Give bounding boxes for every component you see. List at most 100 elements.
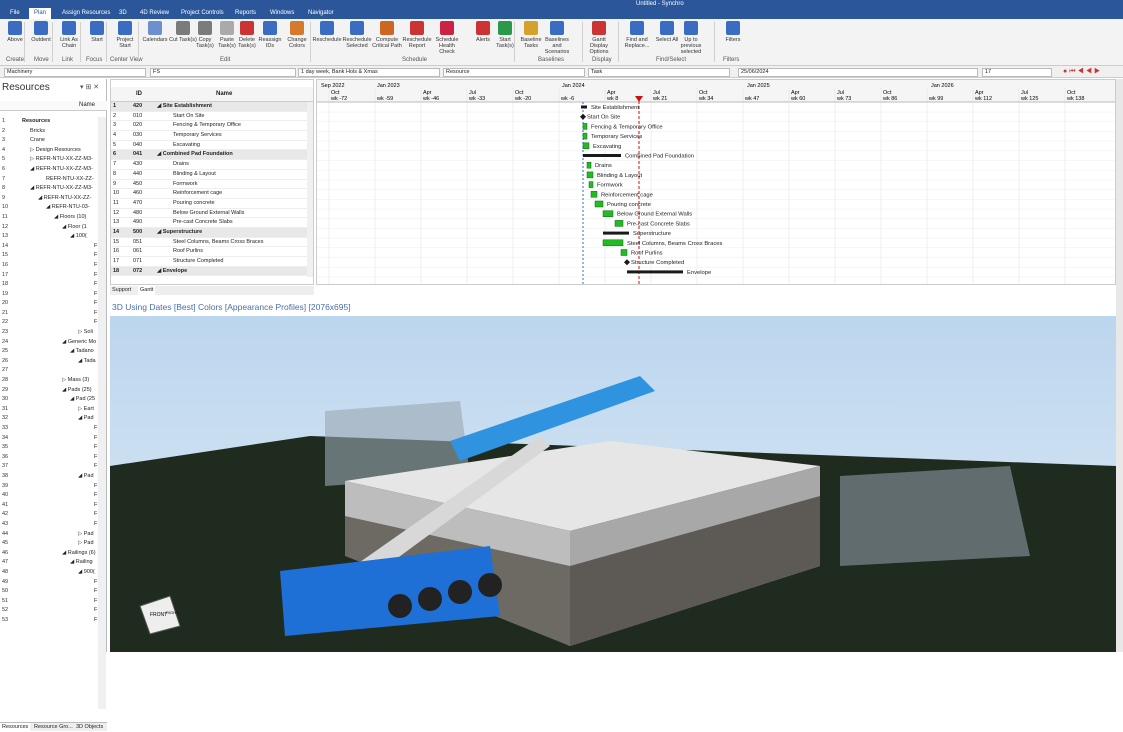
resource-row[interactable]: 36 F <box>0 453 98 463</box>
resource-row[interactable]: 12 ◢ Floor (1 <box>0 223 98 233</box>
task-row[interactable]: 14 500 ◢ Superstructure <box>111 227 307 238</box>
ribbon-button-start[interactable]: Start <box>82 21 112 43</box>
resource-row[interactable]: 47 ◢ Railing <box>0 558 98 568</box>
resource-row[interactable]: 40 F <box>0 491 98 501</box>
resource-row[interactable]: 53 F <box>0 616 98 626</box>
task-row[interactable]: 5 040 Excavating <box>111 141 307 151</box>
resource-row[interactable]: 48 ◢ 900( <box>0 568 98 578</box>
resource-row[interactable]: 10 ◢ REFR-NTU-03- <box>0 203 98 213</box>
resource-row[interactable]: 38 ◢ Pad <box>0 472 98 482</box>
right-scroll-strip[interactable] <box>1116 79 1123 652</box>
menu-tab-navigator[interactable]: Navigator <box>308 8 334 19</box>
resource-select[interactable]: Resource <box>443 68 585 77</box>
ribbon-button-baselines-and-scenarios[interactable]: Baselines and Scenarios <box>542 21 572 55</box>
resource-row[interactable]: 23 ▷ Soli <box>0 328 98 338</box>
resource-row[interactable]: 20 F <box>0 299 98 309</box>
resource-row[interactable]: 25 ◢ Tadano <box>0 347 98 357</box>
resource-row[interactable]: 52 F <box>0 606 98 616</box>
resource-row[interactable]: 51 F <box>0 597 98 607</box>
grid-tab-support[interactable]: Support <box>110 286 133 295</box>
resource-row[interactable]: 9 ◢ REFR-NTU-XX-ZZ- <box>0 194 98 204</box>
resource-row[interactable]: 19 F <box>0 290 98 300</box>
resource-row[interactable]: 39 F <box>0 482 98 492</box>
menu-tab-windows[interactable]: Windows <box>270 8 294 19</box>
task-row[interactable]: 2 010 Start On Site <box>111 112 307 122</box>
resource-row[interactable]: 29 ◢ Pads (25) <box>0 386 98 396</box>
menu-tab-assign-resources[interactable]: Assign Resources <box>62 8 110 19</box>
resource-row[interactable]: 7 REFR-NTU-XX-ZZ- <box>0 175 98 185</box>
date-field[interactable]: 25/06/2024 <box>738 68 978 77</box>
task-row[interactable]: 18 072 ◢ Envelope <box>111 266 307 277</box>
menu-tab-4d-review[interactable]: 4D Review <box>140 8 169 19</box>
grid-scrollbar[interactable] <box>307 102 313 277</box>
ribbon-button-schedule-health-check[interactable]: Schedule Health Check <box>432 21 462 55</box>
resource-row[interactable]: 27 <box>0 366 98 376</box>
task-row[interactable]: 15 051 Steel Columns, Beams Cross Braces <box>111 238 307 248</box>
resource-row[interactable]: 13 ◢ 100( <box>0 232 98 242</box>
resources-scrollbar[interactable] <box>98 117 106 709</box>
ribbon-button-find-and-replace[interactable]: Find and Replace... <box>622 21 652 49</box>
task-row[interactable]: 6 041 ◢ Combined Pad Foundation <box>111 150 307 161</box>
resources-tab-1[interactable]: Resource Gro... <box>32 723 75 732</box>
resource-row[interactable]: 43 F <box>0 520 98 530</box>
id-column-header[interactable]: ID <box>136 91 142 97</box>
resource-row[interactable]: 34 F <box>0 434 98 444</box>
resource-row[interactable]: 41 F <box>0 501 98 511</box>
ribbon-button-reschedule-report[interactable]: Reschedule Report <box>402 21 432 49</box>
task-row[interactable]: 7 430 Drains <box>111 160 307 170</box>
resources-tab-0[interactable]: Resources <box>0 723 31 732</box>
resource-row[interactable]: 21 F <box>0 309 98 319</box>
name-column-header[interactable]: Name <box>216 91 232 97</box>
gantt-chart[interactable]: Sep 2022 Jan 2023 Jan 2024 Jan 2025 Jan 2026… <box>316 79 1116 285</box>
resource-row[interactable]: 15 F <box>0 251 98 261</box>
link-type-select[interactable]: FS <box>150 68 296 77</box>
number-stepper[interactable]: 17 <box>982 68 1052 77</box>
resource-row[interactable]: 11 ◢ Floors (10) <box>0 213 98 223</box>
resource-row[interactable]: 3 Crane <box>0 136 98 146</box>
resource-row[interactable]: 50 F <box>0 587 98 597</box>
playback-controls[interactable]: ●⏮◀◀▶ <box>1063 68 1102 76</box>
ribbon-button-up-to-previous-selected[interactable]: Up to previous selected <box>676 21 706 55</box>
ribbon-button-filters[interactable]: Filters <box>718 21 748 43</box>
task-row[interactable]: 3 020 Fencing & Temporary Office <box>111 121 307 132</box>
ribbon-button-reschedule[interactable]: Reschedule <box>312 21 342 43</box>
task-row[interactable]: 11 470 Pouring concrete <box>111 199 307 209</box>
task-row[interactable]: 16 061 Roof Purlins <box>111 247 307 257</box>
resource-type-select[interactable]: Machinery <box>4 68 146 77</box>
ribbon-button-calendars[interactable]: Calendars <box>140 21 170 43</box>
ribbon-button-compute-critical-path[interactable]: Compute Critical Path <box>372 21 402 49</box>
resource-row[interactable]: 18 F <box>0 280 98 290</box>
resource-row[interactable]: 2 Bricks <box>0 127 98 137</box>
grid-tab-gantt[interactable]: Gantt <box>138 286 156 295</box>
resource-row[interactable]: 1 Resources <box>0 117 98 127</box>
resource-row[interactable]: 4 ▷ Design Resources <box>0 146 98 156</box>
menu-tab-file[interactable]: File <box>10 8 20 19</box>
resource-row[interactable]: 35 F <box>0 443 98 453</box>
resource-row[interactable]: 5 ▷ REFR-NTU-XX-ZZ-M3- <box>0 155 98 165</box>
resource-row[interactable]: 37 F <box>0 462 98 472</box>
resource-row[interactable]: 26 ◢ Tada <box>0 357 98 367</box>
ribbon-button-reassign-ids[interactable]: Reassign IDs <box>255 21 285 49</box>
menu-tab-plan[interactable]: Plan <box>29 8 52 19</box>
ribbon-button-change-colors[interactable]: Change Colors <box>282 21 312 49</box>
resource-row[interactable]: 24 ◢ Generic Mo <box>0 338 98 348</box>
task-row[interactable]: 8 440 Blinding & Layout <box>111 170 307 180</box>
task-row[interactable]: 17 071 Structure Completed <box>111 257 307 267</box>
view-cube-front[interactable]: FRONT <box>150 612 167 618</box>
panel-controls[interactable]: ▾ ⊞ ✕ <box>80 83 99 91</box>
task-row[interactable]: 4 030 Temporary Services <box>111 131 307 141</box>
resource-row[interactable]: 16 F <box>0 261 98 271</box>
resource-row[interactable]: 14 F <box>0 242 98 252</box>
task-row[interactable]: 1 420 ◢ Site Establishment <box>111 102 307 112</box>
menu-tab-3d[interactable]: 3D <box>119 8 127 19</box>
resource-row[interactable]: 6 ◢ REFR-NTU-XX-ZZ-M3- <box>0 165 98 175</box>
task-row[interactable]: 12 480 Below Ground External Walls <box>111 209 307 219</box>
menu-tab-project-controls[interactable]: Project Controls <box>181 8 224 19</box>
resource-row[interactable]: 45 ▷ Pad <box>0 539 98 549</box>
resource-row[interactable]: 28 ▷ Mass (3) <box>0 376 98 386</box>
resource-row[interactable]: 8 ◢ REFR-NTU-XX-ZZ-M3- <box>0 184 98 194</box>
task-row[interactable]: 10 460 Reinforcement cage <box>111 189 307 199</box>
resources-tab-2[interactable]: 3D Objects <box>74 723 105 732</box>
calendar-select[interactable]: 1 day week, Bank Hols & Xmas <box>298 68 440 77</box>
resource-row[interactable]: 30 ◢ Pad (25 <box>0 395 98 405</box>
